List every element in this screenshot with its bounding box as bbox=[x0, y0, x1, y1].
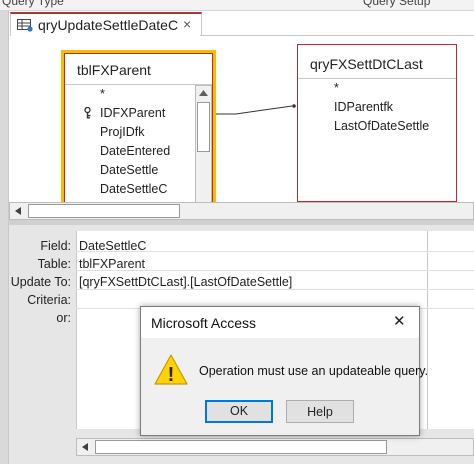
field-item[interactable]: DateSettleC bbox=[100, 182, 167, 196]
field-item[interactable]: IDFXParent bbox=[100, 106, 165, 120]
dialog-close-icon[interactable]: ✕ bbox=[393, 312, 406, 330]
scroll-thumb[interactable] bbox=[95, 440, 387, 454]
dialog-title: Microsoft Access bbox=[151, 315, 257, 331]
dialog-message: Operation must use an updateable query. bbox=[199, 364, 429, 378]
grid-column-2[interactable] bbox=[427, 231, 474, 429]
field-list-title: tblFXParent bbox=[77, 62, 151, 78]
join-line[interactable] bbox=[216, 102, 296, 118]
primary-key-icon bbox=[84, 107, 91, 119]
field-item[interactable]: LastOfDateSettle bbox=[334, 119, 429, 133]
navigation-pane-edge[interactable] bbox=[0, 11, 9, 464]
design-horizontal-scrollbar[interactable] bbox=[9, 202, 474, 220]
tab-title: qryUpdateSettleDateC bbox=[38, 17, 179, 33]
tab-query-document[interactable]: qryUpdateSettleDateC × bbox=[10, 12, 202, 38]
field-list-title-divider bbox=[298, 78, 456, 79]
row-label-field: Field: bbox=[40, 239, 71, 253]
scroll-left-arrow-icon[interactable] bbox=[15, 207, 21, 215]
grid-cell-update-to[interactable]: [qryFXSettDtCLast].[LastOfDateSettle] bbox=[79, 275, 292, 289]
warning-icon: ! bbox=[154, 354, 188, 386]
ribbon-group-query-setup: Query Setup bbox=[363, 0, 431, 8]
grid-row-divider bbox=[76, 289, 474, 290]
field-item[interactable]: IDParentfk bbox=[334, 100, 393, 114]
ribbon-remnant: Query Type Query Setup bbox=[0, 0, 474, 11]
error-dialog[interactable]: Microsoft Access ✕ ! Operation must use … bbox=[140, 306, 428, 436]
field-list-qryfxsettdtclast[interactable]: qryFXSettDtCLast * IDParentfk LastOfDate… bbox=[297, 44, 457, 202]
scroll-up-arrow-icon[interactable] bbox=[199, 90, 208, 96]
field-item[interactable]: * bbox=[100, 87, 105, 101]
row-label-criteria: Criteria: bbox=[27, 293, 71, 307]
ribbon-group-query-type: Query Type bbox=[2, 0, 64, 8]
scroll-thumb[interactable] bbox=[28, 204, 180, 218]
ok-button[interactable]: OK bbox=[205, 400, 273, 423]
update-query-icon bbox=[17, 19, 33, 32]
field-list-tblfxparent[interactable]: tblFXParent * IDFXParent ProjIDfk DateEn… bbox=[61, 50, 216, 223]
dialog-body: ! Operation must use an updateable query… bbox=[141, 338, 428, 435]
grid-cell-table[interactable]: tblFXParent bbox=[79, 257, 145, 271]
field-list-title: qryFXSettDtCLast bbox=[310, 56, 423, 72]
row-label-update-to: Update To: bbox=[10, 275, 71, 289]
grid-cell-field[interactable]: DateSettleC bbox=[79, 239, 146, 253]
scroll-thumb[interactable] bbox=[197, 102, 210, 152]
field-item[interactable]: DateEntered bbox=[100, 144, 170, 158]
field-item[interactable]: DateSettle bbox=[100, 163, 158, 177]
row-label-table: Table: bbox=[37, 257, 71, 271]
close-tab-icon[interactable]: × bbox=[183, 16, 191, 32]
field-item[interactable]: * bbox=[334, 81, 339, 95]
field-list-title-divider bbox=[65, 84, 212, 85]
warning-glyph: ! bbox=[168, 364, 175, 386]
grid-horizontal-scrollbar[interactable] bbox=[76, 438, 474, 456]
row-label-or: or: bbox=[56, 311, 71, 325]
query-design-pane[interactable]: tblFXParent * IDFXParent ProjIDfk DateEn… bbox=[9, 36, 474, 223]
field-list-vertical-scrollbar[interactable] bbox=[195, 85, 212, 219]
scroll-left-arrow-icon[interactable] bbox=[82, 443, 88, 451]
help-button[interactable]: Help bbox=[286, 400, 354, 423]
field-item[interactable]: ProjIDfk bbox=[100, 125, 144, 139]
